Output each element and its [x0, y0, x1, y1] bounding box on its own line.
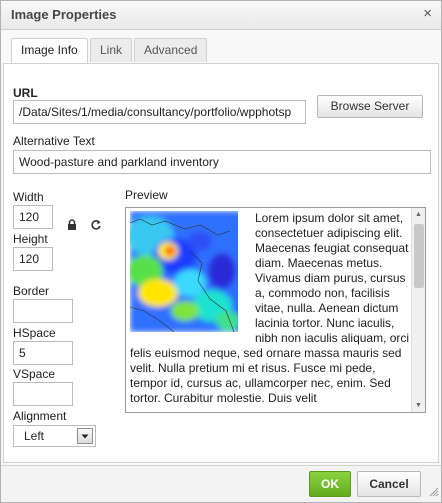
alignment-value: Left — [24, 429, 45, 443]
scroll-down-icon[interactable]: ▼ — [415, 402, 422, 409]
dialog-footer: OK Cancel — [1, 465, 441, 502]
reset-icon[interactable] — [90, 219, 102, 234]
scroll-up-icon[interactable]: ▲ — [415, 211, 422, 218]
image-info-panel: URL /Data/Sites/1/media/consultancy/port… — [3, 63, 439, 463]
width-label: Width — [13, 190, 44, 204]
tab-image-info-label: Image Info — [21, 43, 78, 57]
chevron-down-icon[interactable] — [77, 428, 93, 444]
dialog-body: Image Info Link Advanced URL /Data/Sites… — [1, 30, 441, 465]
preview-scrollbar[interactable]: ▲ ▼ — [411, 208, 425, 412]
preview-content: Lorem ipsum dolor sit amet, consectetuer… — [130, 211, 414, 411]
scroll-thumb[interactable] — [414, 224, 424, 288]
tab-advanced[interactable]: Advanced — [134, 38, 208, 62]
alignment-select[interactable]: Left — [13, 425, 96, 447]
alignment-label: Alignment — [13, 409, 67, 423]
dialog-titlebar[interactable]: Image Properties × — [1, 1, 441, 30]
url-label: URL — [13, 86, 38, 100]
browse-server-button[interactable]: Browse Server — [317, 95, 423, 118]
tab-link-label: Link — [100, 43, 123, 57]
width-field[interactable]: 120 — [13, 205, 53, 229]
preview-label: Preview — [125, 188, 168, 202]
alt-text-label: Alternative Text — [13, 134, 95, 148]
border-field[interactable] — [13, 299, 73, 323]
hspace-field[interactable]: 5 — [13, 341, 73, 365]
cancel-button[interactable]: Cancel — [357, 471, 421, 497]
height-label: Height — [13, 232, 48, 246]
lock-icon[interactable] — [67, 219, 77, 234]
close-icon[interactable]: × — [423, 5, 432, 23]
vspace-field[interactable] — [13, 382, 73, 406]
height-field[interactable]: 120 — [13, 247, 53, 271]
image-properties-dialog: Image Properties × Image Info Link Advan… — [0, 0, 442, 503]
tab-image-info[interactable]: Image Info — [11, 38, 88, 63]
alt-text-field[interactable]: Wood-pasture and parkland inventory — [13, 150, 431, 174]
border-label: Border — [13, 284, 50, 298]
url-field[interactable]: /Data/Sites/1/media/consultancy/portfoli… — [13, 100, 306, 124]
resize-grip-icon[interactable] — [429, 486, 439, 500]
preview-box: Lorem ipsum dolor sit amet, consectetuer… — [125, 207, 426, 413]
hspace-label: HSpace — [13, 326, 56, 340]
ok-button[interactable]: OK — [309, 471, 351, 497]
tab-link[interactable]: Link — [90, 38, 133, 62]
tab-advanced-label: Advanced — [144, 43, 198, 57]
vspace-label: VSpace — [13, 367, 56, 381]
preview-map-image — [130, 211, 251, 332]
dialog-title: Image Properties — [11, 7, 117, 22]
